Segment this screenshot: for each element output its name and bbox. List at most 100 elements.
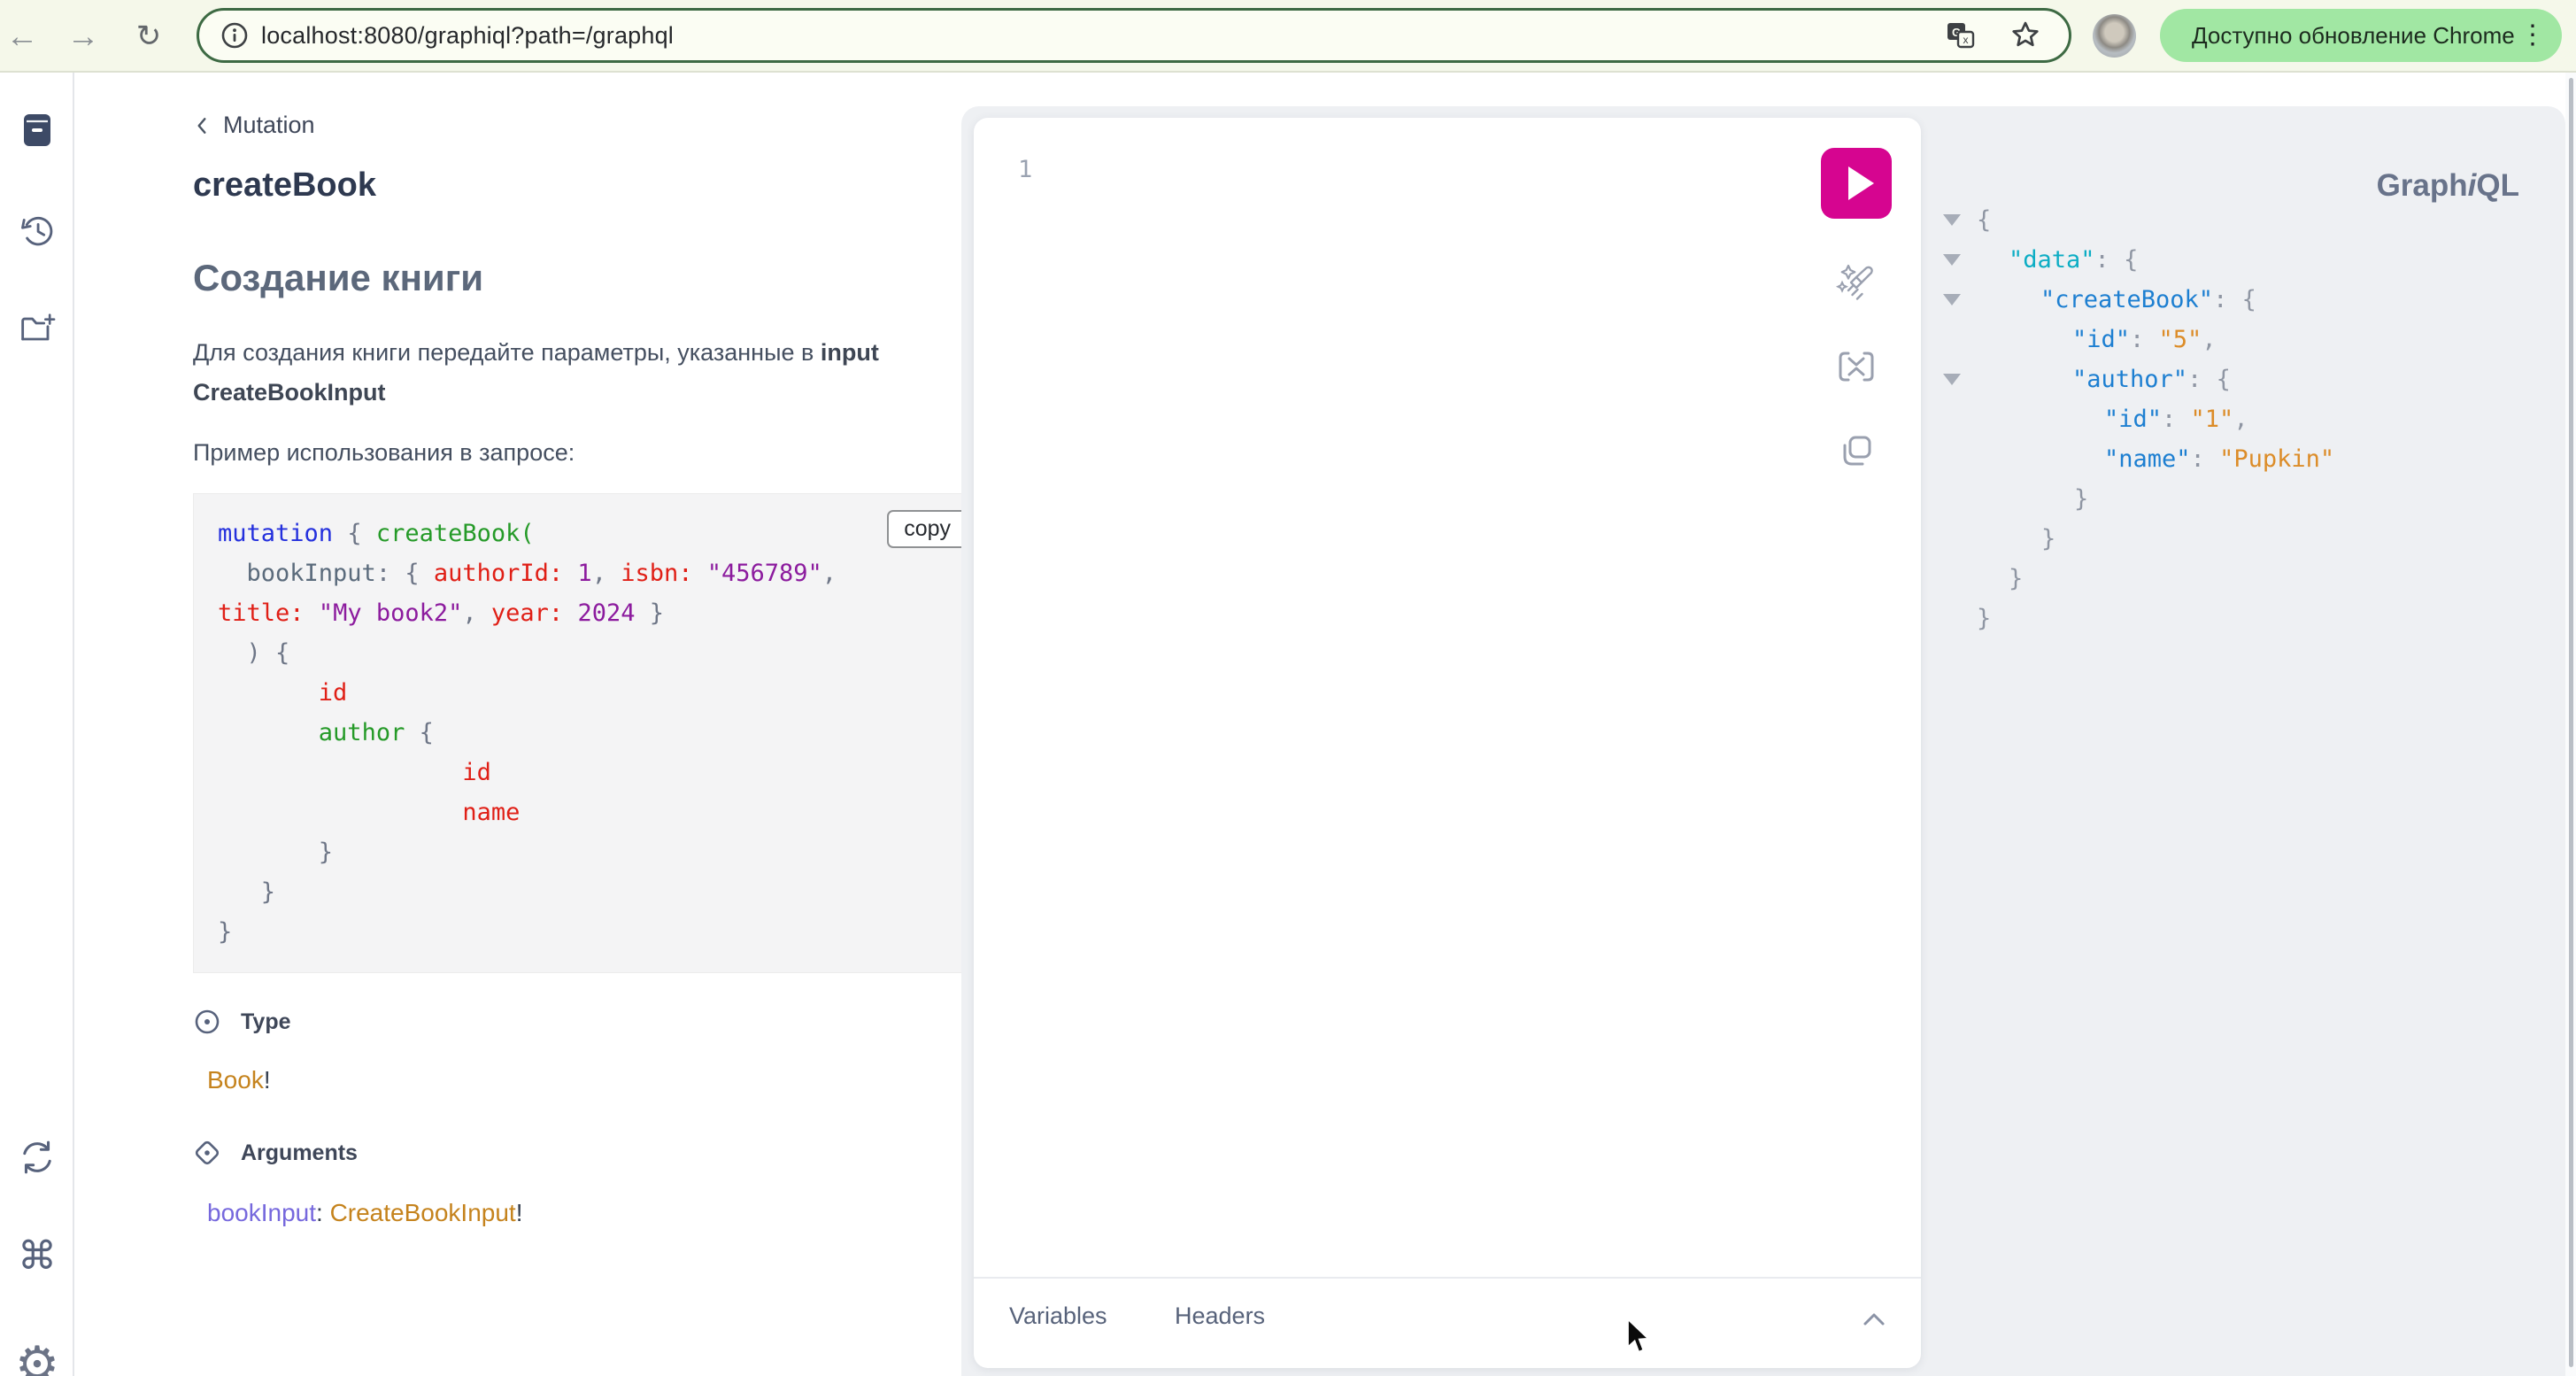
history-icon	[17, 210, 58, 251]
code-line: id	[218, 753, 837, 792]
example-code-block: mutation { createBook( bookInput: { auth…	[193, 493, 984, 973]
browser-back-icon[interactable]: ←	[2, 16, 42, 57]
breadcrumb-label: Mutation	[223, 112, 315, 139]
code-line: mutation { createBook(	[218, 514, 837, 553]
arguments-label: Arguments	[241, 1140, 358, 1166]
translate-icon[interactable]: G x	[1945, 19, 1977, 51]
arguments-diamond-icon	[193, 1139, 221, 1167]
response-line: }	[1943, 559, 2334, 599]
logo-ql: QL	[2476, 168, 2519, 203]
response-line: "name": "Pupkin"	[1943, 439, 2334, 479]
fold-triangle-icon[interactable]	[1943, 254, 1961, 266]
doc-description-bold2: CreateBookInput	[193, 379, 386, 406]
refresh-icon	[16, 1136, 58, 1179]
scrollbar-track[interactable]	[2565, 73, 2576, 1376]
code-line: name	[218, 792, 837, 832]
response-line: "id": "5",	[1943, 320, 2334, 359]
history-panel-button[interactable]	[0, 199, 74, 261]
type-section-header: Type	[193, 1008, 291, 1036]
doc-heading: Создание книги	[193, 257, 483, 299]
settings-button[interactable]: ⚙	[0, 1333, 74, 1376]
sidebar: ⌘ ⚙	[0, 73, 74, 1376]
collapse-tools-chevron-icon[interactable]	[1859, 1309, 1889, 1330]
argument-colon: :	[316, 1199, 330, 1226]
code-line: id	[218, 673, 837, 713]
site-info-icon[interactable]	[220, 21, 249, 50]
open-collection-button[interactable]	[0, 298, 74, 359]
prettify-broom-icon	[1833, 259, 1879, 305]
docs-panel-button[interactable]	[0, 99, 74, 161]
chrome-update-label: Доступно обновление Chrome	[2192, 22, 2515, 50]
graphiql-app: ⌘ ⚙ Mutation createBook Создание книги Д…	[0, 73, 2576, 1376]
field-title: createBook	[193, 166, 376, 205]
chrome-update-button[interactable]: Доступно обновление Chrome ⋮	[2160, 9, 2562, 62]
logo-i: i	[2468, 168, 2477, 203]
response-line: "createBook": {	[1943, 280, 2334, 320]
type-bang: !	[264, 1066, 271, 1094]
play-icon	[1821, 148, 1892, 219]
fold-triangle-icon[interactable]	[1943, 214, 1961, 226]
response-line: }	[1943, 479, 2334, 519]
command-icon: ⌘	[18, 1233, 57, 1279]
argument-name[interactable]: bookInput	[207, 1199, 316, 1226]
merge-icon	[1833, 344, 1879, 390]
graphiql-logo: GraphiQL	[2377, 168, 2519, 204]
chevron-left-icon	[193, 116, 211, 135]
type-label: Type	[241, 1009, 291, 1035]
scrollbar-thumb[interactable]	[2569, 78, 2573, 1367]
argument-type-link[interactable]: CreateBookInput	[330, 1199, 516, 1226]
browser-reload-icon[interactable]: ↻	[128, 16, 169, 57]
response-line: }	[1943, 599, 2334, 638]
response-viewer: {"data": {"createBook": {"id": "5","auth…	[1943, 200, 2334, 638]
folder-plus-icon	[16, 307, 58, 350]
address-bar[interactable]: localhost:8080/graphiql?path=/graphql G …	[197, 8, 2071, 63]
arguments-section-header: Arguments	[193, 1139, 358, 1167]
doc-description-bold: input	[821, 339, 879, 366]
example-code: mutation { createBook( bookInput: { auth…	[218, 514, 837, 952]
code-line: author {	[218, 713, 837, 753]
refetch-schema-button[interactable]	[0, 1126, 74, 1188]
type-link[interactable]: Book	[207, 1066, 264, 1094]
gear-icon: ⚙	[15, 1335, 59, 1376]
code-line: }	[218, 872, 837, 912]
browser-forward-icon[interactable]: →	[63, 16, 104, 57]
type-circle-icon	[193, 1008, 221, 1036]
code-line: ) {	[218, 633, 837, 673]
execute-query-button[interactable]	[1821, 148, 1892, 219]
fold-triangle-icon[interactable]	[1943, 294, 1961, 305]
prettify-button[interactable]	[1833, 259, 1879, 305]
argument-row[interactable]: bookInput: CreateBookInput!	[207, 1199, 522, 1227]
logo-graph: Graph	[2377, 168, 2468, 203]
doc-description: Для создания книги передайте параметры, …	[193, 333, 999, 413]
example-label: Пример использования в запросе:	[193, 439, 575, 467]
copy-code-button[interactable]: copy	[887, 510, 968, 548]
keyboard-shortcuts-button[interactable]: ⌘	[0, 1225, 74, 1287]
response-line: "author": {	[1943, 359, 2334, 399]
tab-variables[interactable]: Variables	[1009, 1303, 1107, 1330]
code-line: bookInput: { authorId: 1, isbn: "456789"…	[218, 553, 837, 593]
tab-headers[interactable]: Headers	[1175, 1303, 1265, 1330]
browser-menu-kebab-icon[interactable]: ⋮	[2519, 22, 2546, 49]
code-line: title: "My book2", year: 2024 }	[218, 593, 837, 633]
editor-tools-divider	[974, 1277, 1921, 1279]
browser-toolbar: ← → ↻ localhost:8080/graphiql?path=/grap…	[0, 0, 2576, 73]
response-line: "id": "1",	[1943, 399, 2334, 439]
copy-icon	[1833, 428, 1879, 474]
argument-bang: !	[516, 1199, 523, 1226]
response-line: "data": {	[1943, 240, 2334, 280]
doc-description-text: Для создания книги передайте параметры, …	[193, 339, 821, 366]
bookmark-star-icon[interactable]	[2009, 19, 2042, 52]
query-editor-card[interactable]: 1	[974, 118, 1921, 1368]
fold-triangle-icon[interactable]	[1943, 374, 1961, 385]
merge-fragments-button[interactable]	[1833, 344, 1879, 390]
doc-explorer-panel: Mutation createBook Создание книги Для с…	[76, 73, 961, 1376]
editor-line-number: 1	[1018, 150, 1032, 189]
breadcrumb[interactable]: Mutation	[193, 112, 315, 139]
url-text: localhost:8080/graphiql?path=/graphql	[261, 22, 674, 50]
docs-book-icon	[17, 110, 58, 151]
copy-query-button[interactable]	[1833, 428, 1879, 474]
svg-text:x: x	[1963, 34, 1969, 46]
mouse-cursor	[1623, 1318, 1655, 1357]
type-value[interactable]: Book!	[207, 1066, 271, 1094]
profile-avatar[interactable]	[2093, 14, 2136, 58]
